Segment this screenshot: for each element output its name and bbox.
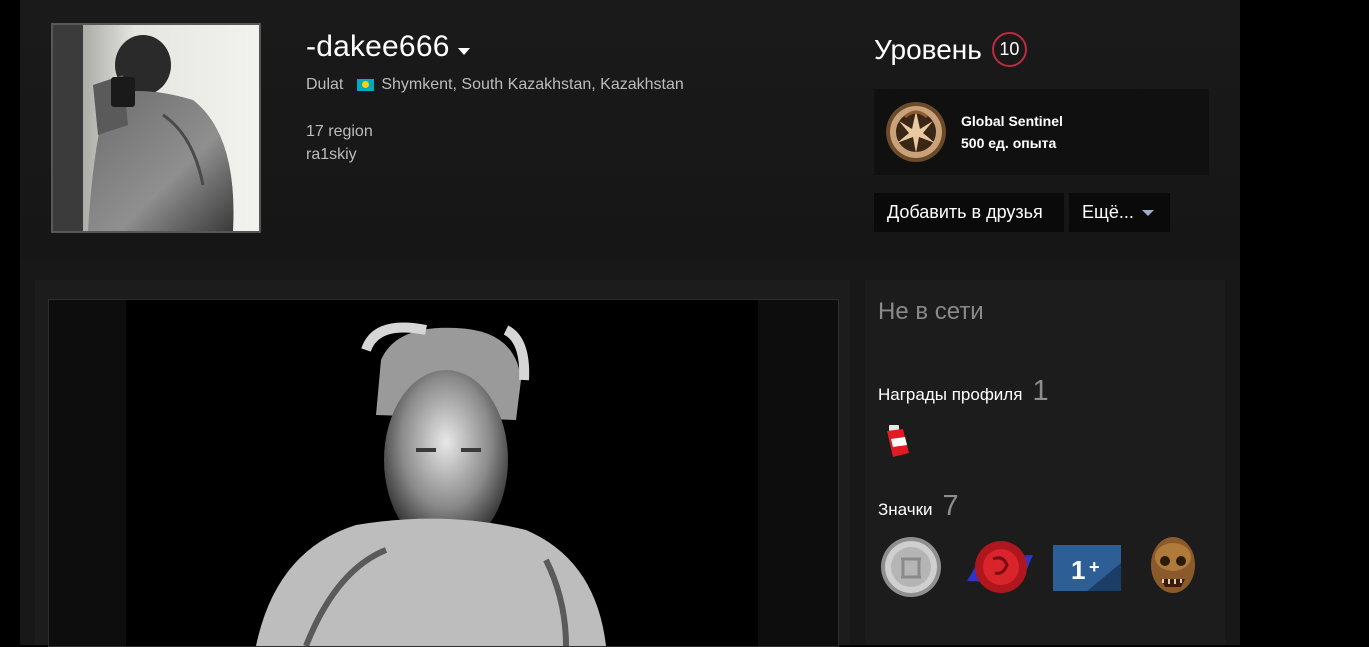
profile-awards-header[interactable]: Награды профиля 1	[878, 375, 1049, 408]
profile-sidebar: Не в сети Награды профиля 1 Значки 7 1 +	[865, 280, 1225, 645]
badges-count: 7	[942, 490, 959, 522]
global-sentinel-badge-icon	[886, 102, 946, 162]
showcase-panel	[35, 280, 850, 647]
showcase-image[interactable]	[126, 300, 758, 646]
online-status: Не в сети	[878, 298, 984, 325]
add-friend-button[interactable]: Добавить в друзья	[874, 193, 1064, 232]
summary-line: ra1skiy	[306, 146, 357, 163]
real-name: Dulat	[306, 76, 344, 93]
profile-page: -dakee666 Dulat Shymkent, South Kazakhst…	[20, 0, 1240, 647]
persona-name-row: -dakee666	[306, 30, 470, 64]
profile-awards-count: 1	[1032, 375, 1049, 407]
svg-text:1: 1	[1071, 555, 1085, 585]
chevron-down-icon	[1141, 209, 1154, 216]
add-friend-label: Добавить в друзья	[887, 202, 1043, 222]
profile-awards-label: Награды профиля	[878, 385, 1023, 404]
profile-header: -dakee666 Dulat Shymkent, South Kazakhst…	[20, 0, 1240, 260]
silver-coin-badge-icon[interactable]	[879, 535, 943, 599]
more-button[interactable]: Ещё...	[1069, 193, 1170, 232]
artwork-showcase[interactable]	[48, 299, 839, 647]
level-label: Уровень	[874, 33, 982, 65]
red-seal-badge-icon[interactable]	[965, 535, 1035, 599]
favorite-badge-name: Global Sentinel	[961, 113, 1063, 129]
more-label: Ещё...	[1082, 202, 1134, 222]
level-row: Уровень 10	[874, 32, 1027, 67]
level-badge[interactable]: 10	[991, 32, 1027, 67]
real-name-location: Dulat Shymkent, South Kazakhstan, Kazakh…	[306, 76, 684, 94]
summary-line: 17 region	[306, 123, 373, 140]
badges-label: Значки	[878, 500, 933, 519]
name-history-caret-icon[interactable]	[457, 47, 470, 55]
svg-text:+: +	[1089, 557, 1100, 577]
favorite-badge-xp: 500 ед. опыта	[961, 135, 1057, 151]
persona-name: -dakee666	[306, 30, 450, 63]
zombie-badge-icon[interactable]	[1145, 535, 1201, 599]
award-icon[interactable]	[883, 423, 913, 463]
avatar[interactable]	[51, 23, 261, 233]
badges-header[interactable]: Значки 7	[878, 490, 959, 523]
favorite-badge-text: Global Sentinel 500 ед. опыта	[961, 110, 1063, 154]
years-of-service-badge-icon[interactable]: 1 +	[1053, 535, 1121, 599]
location: Shymkent, South Kazakhstan, Kazakhstan	[381, 76, 684, 93]
kazakhstan-flag-icon	[357, 79, 375, 91]
profile-summary: 17 region ra1skiy	[306, 120, 373, 166]
favorite-badge[interactable]: Global Sentinel 500 ед. опыта	[874, 89, 1209, 175]
